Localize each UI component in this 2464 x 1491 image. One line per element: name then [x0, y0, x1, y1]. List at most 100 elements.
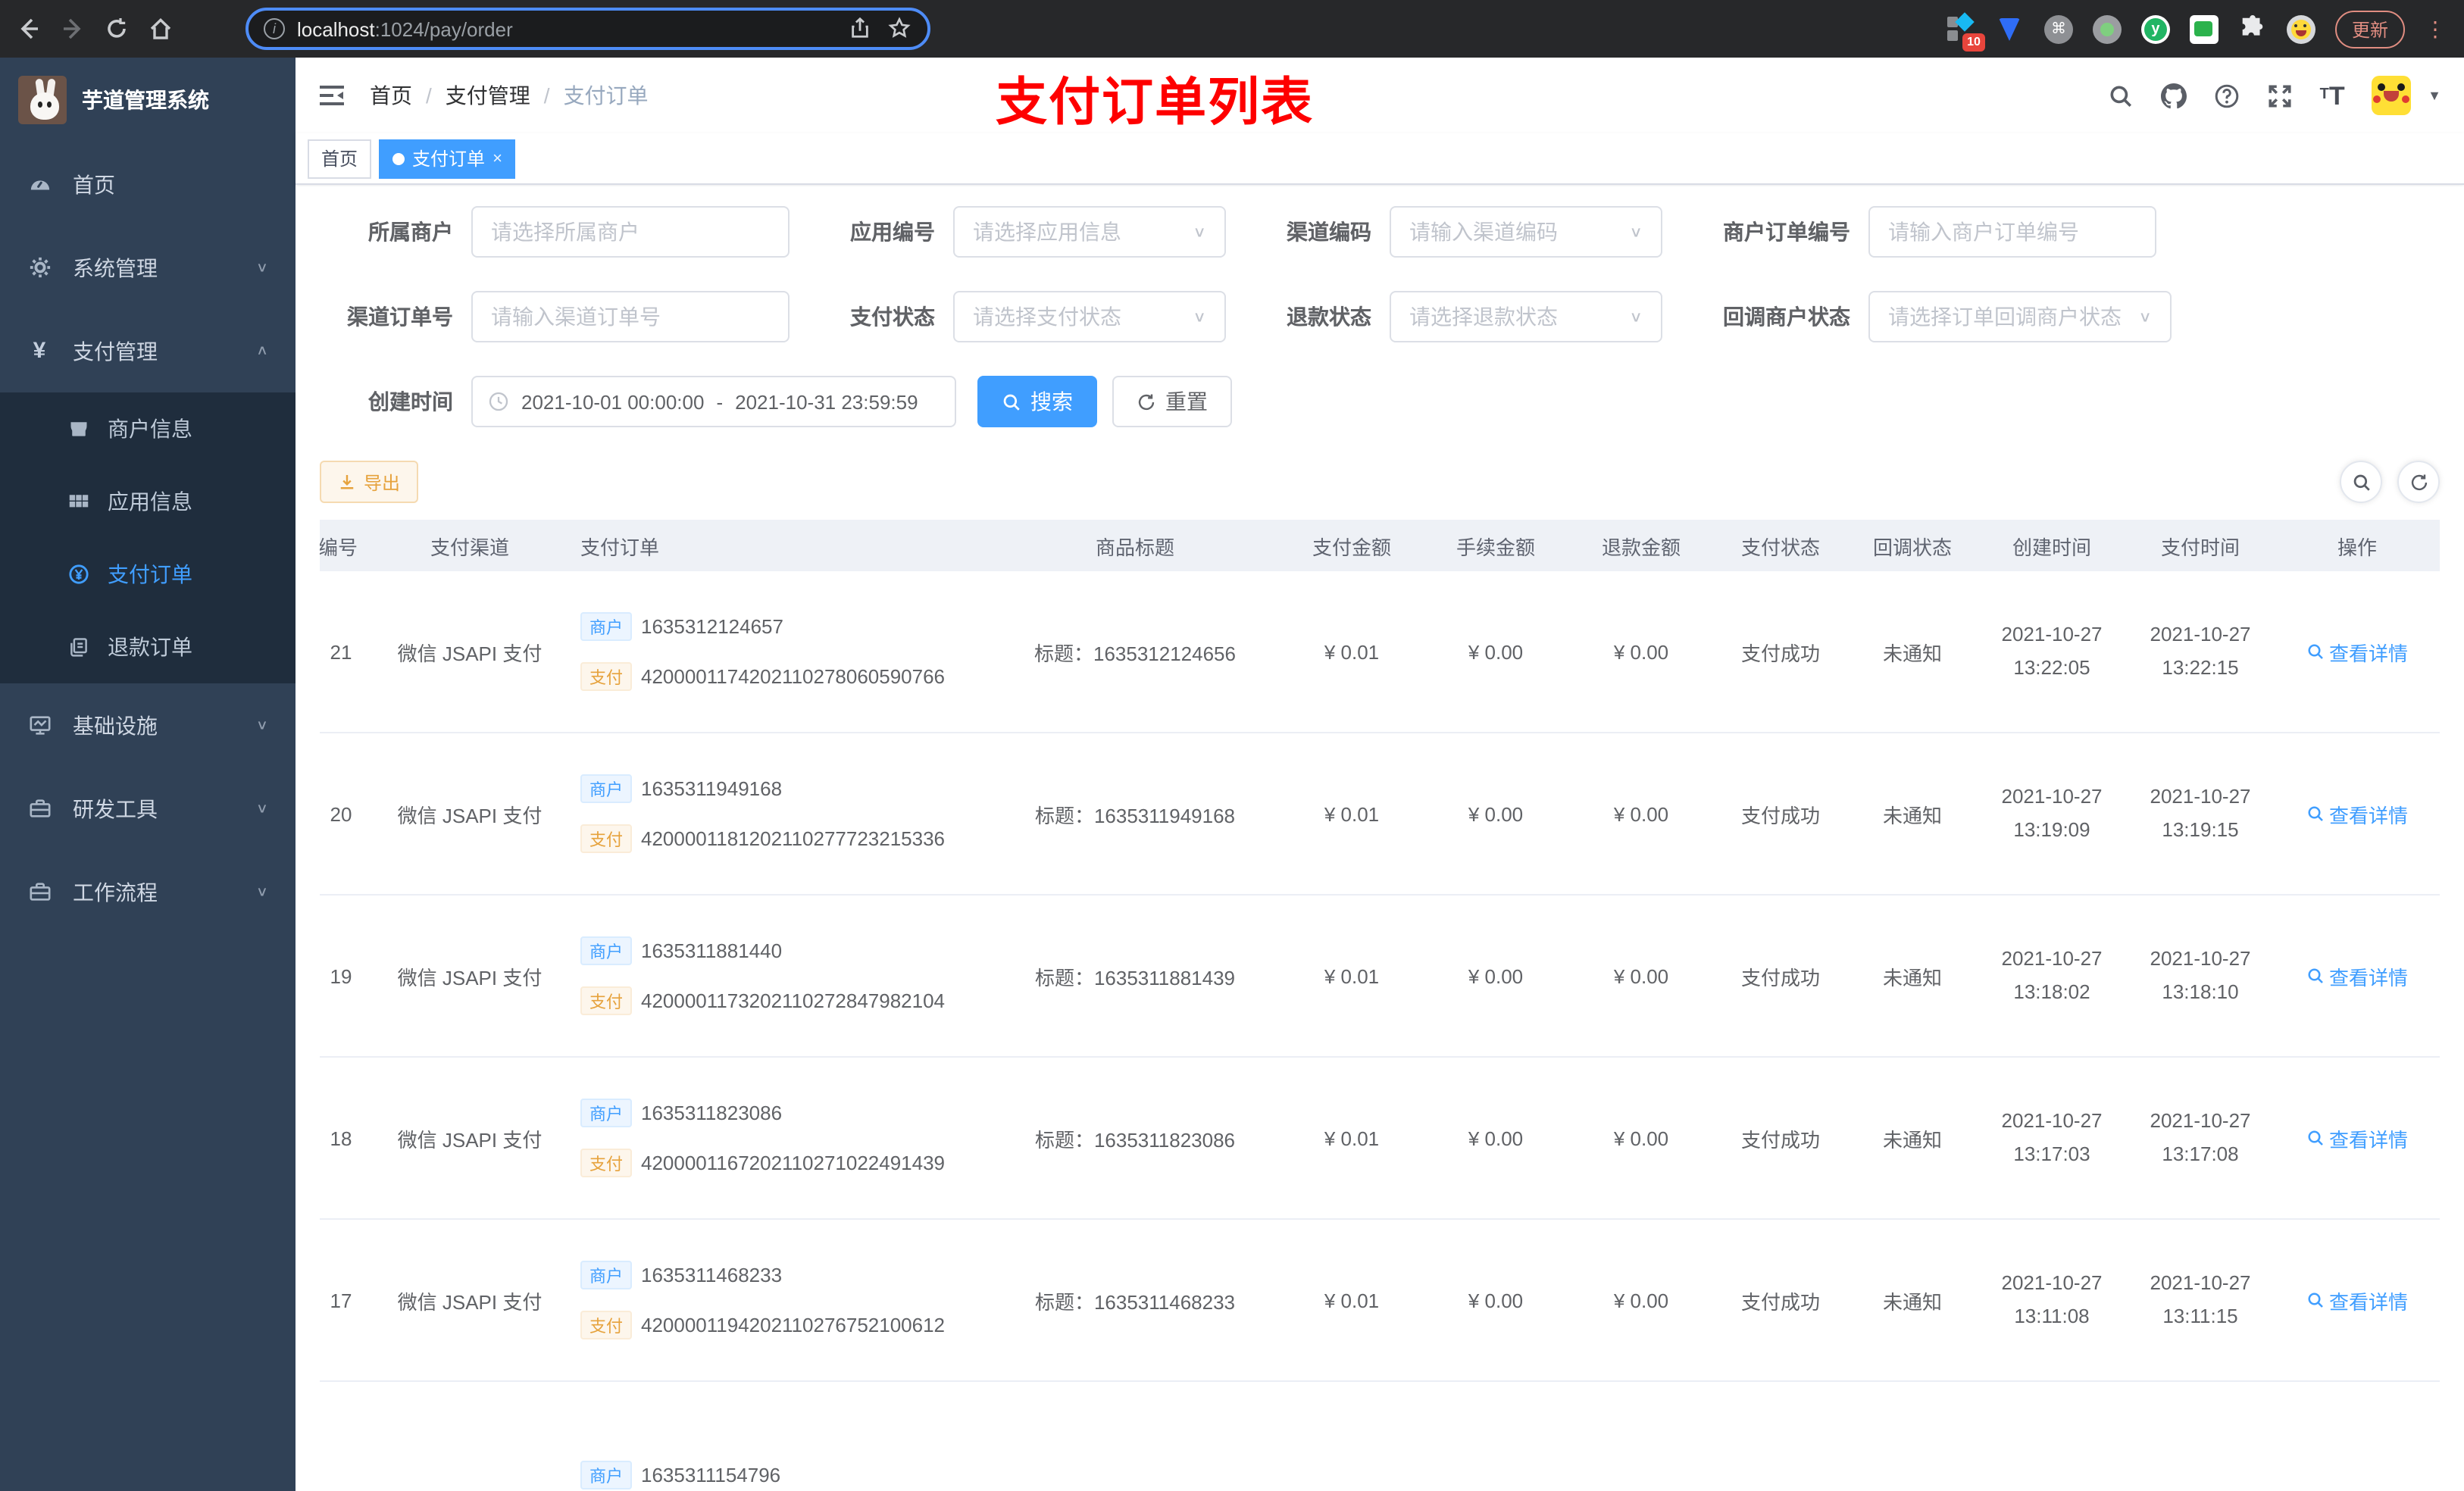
channel-code-select[interactable]: 请输入渠道编码 ∨	[1390, 206, 1662, 258]
search-button[interactable]: 搜索	[977, 376, 1097, 427]
sidebar-item-home[interactable]: 首页	[0, 142, 295, 226]
top-navbar: 首页 / 支付管理 / 支付订单 支付订单列表 TT ▼	[295, 58, 2464, 133]
pay-status-label: 支付状态	[850, 305, 935, 329]
filter-row-1: 所属商户 应用编号 请选择应用信息∨ 渠道编码 请输入渠道编码∨ 商户订单编号	[320, 206, 2440, 258]
row-fee-amount: ¥ 0.00	[1468, 640, 1524, 663]
search-icon[interactable]	[2106, 82, 2134, 109]
app-title: 芋道管理系统	[82, 88, 209, 112]
share-icon[interactable]	[849, 17, 873, 41]
browser-menu-icon[interactable]: ⋮	[2425, 18, 2446, 39]
row-refund-amount: ¥ 0.00	[1613, 640, 1669, 663]
row-refund-amount: ¥ 0.00	[1613, 1289, 1669, 1311]
sidebar-item-payment[interactable]: ¥ 支付管理 ∨	[0, 309, 295, 392]
extension-dot-icon[interactable]	[2092, 14, 2122, 43]
magnifier-icon	[2308, 806, 2323, 821]
pay-status-select[interactable]: 请选择支付状态 ∨	[953, 291, 1226, 342]
row-pay-amount: ¥ 0.01	[1324, 640, 1380, 663]
create-date: 2021-10-27	[2001, 1271, 2103, 1294]
app-logo: 芋道管理系统	[0, 58, 295, 142]
merchant-order-no: 1635311823086	[641, 1102, 783, 1124]
chevron-down-icon: ∨	[1193, 308, 1206, 326]
payment-submenu: 商户信息 应用信息 支付订单 退款订单	[0, 392, 295, 683]
sidebar-item-infra[interactable]: 基础设施 ∨	[0, 683, 295, 767]
table-row: 18 微信 JSAPI 支付 商户 1635311823086 支付 42000…	[320, 1058, 2440, 1220]
app-select[interactable]: 请选择应用信息 ∨	[953, 206, 1226, 258]
create-time-label: 创建时间	[368, 389, 453, 414]
extensions-puzzle-icon[interactable]	[2238, 14, 2267, 43]
refresh-table-button[interactable]	[2397, 461, 2440, 503]
row-pay-status: 支付成功	[1740, 804, 1820, 827]
chevron-down-icon: ∨	[255, 802, 268, 817]
create-time: 13:22:05	[2013, 656, 2090, 679]
address-bar[interactable]: i localhost:1024/pay/order	[245, 8, 930, 50]
view-details-link[interactable]: 查看详情	[2306, 1124, 2408, 1152]
reload-icon[interactable]	[103, 15, 130, 42]
chevron-down-icon: ∨	[255, 261, 268, 276]
row-refund-amount: ¥ 0.00	[1613, 964, 1669, 987]
tag-pay-order[interactable]: 支付订单 ×	[379, 139, 516, 178]
download-icon	[340, 475, 354, 489]
table-toolbar: 导出	[320, 461, 2440, 503]
site-info-icon[interactable]: i	[264, 18, 285, 39]
sidebar-item-dev-tools[interactable]: 研发工具 ∨	[0, 767, 295, 850]
col-channel: 支付渠道	[430, 536, 509, 558]
avatar[interactable]	[2372, 76, 2412, 115]
tag-home[interactable]: 首页	[308, 139, 372, 178]
magnifier-icon	[2308, 644, 2323, 659]
store-icon	[67, 417, 89, 440]
breadcrumb-home[interactable]: 首页	[370, 80, 412, 111]
sidebar-item-merchant-info[interactable]: 商户信息	[0, 392, 295, 465]
font-size-icon[interactable]: TT	[2319, 82, 2346, 109]
merchant-tag: 商户	[580, 612, 632, 641]
merchant-input[interactable]	[471, 206, 790, 258]
extension-kite-icon[interactable]	[1996, 14, 2025, 43]
sidebar-item-refund-order[interactable]: 退款订单	[0, 611, 295, 683]
filter-row-2: 渠道订单号 支付状态 请选择支付状态∨ 退款状态 请选择退款状态∨ 回调商户状态…	[320, 291, 2440, 342]
extension-workona-icon[interactable]: 10	[1946, 11, 1985, 51]
home-icon[interactable]	[147, 15, 174, 42]
extension-chat-icon[interactable]	[2189, 14, 2219, 43]
breadcrumb-pay[interactable]: 支付管理	[446, 80, 530, 111]
sidebar-item-app-info[interactable]: 应用信息	[0, 465, 295, 538]
github-icon[interactable]	[2159, 82, 2187, 109]
create-time-range-picker[interactable]: 2021-10-01 00:00:00 - 2021-10-31 23:59:5…	[471, 376, 956, 427]
forward-icon[interactable]	[59, 15, 86, 42]
row-id: 18	[330, 1127, 352, 1149]
pay-time: 13:22:15	[2162, 656, 2239, 679]
back-icon[interactable]	[15, 15, 42, 42]
sidebar-item-workflow[interactable]: 工作流程 ∨	[0, 850, 295, 933]
app-label: 应用编号	[850, 220, 935, 244]
refund-status-select[interactable]: 请选择退款状态 ∨	[1390, 291, 1662, 342]
chevron-down-icon: ∨	[1629, 223, 1643, 241]
merchant-order-no: 1635311881440	[641, 939, 783, 962]
help-icon[interactable]	[2212, 82, 2240, 109]
view-details-link[interactable]: 查看详情	[2306, 799, 2408, 828]
notify-status-select[interactable]: 请选择订单回调商户状态 ∨	[1868, 291, 2172, 342]
reset-button[interactable]: 重置	[1112, 376, 1232, 427]
view-details-link[interactable]: 查看详情	[2306, 637, 2408, 666]
sidebar-item-system[interactable]: 系统管理 ∨	[0, 226, 295, 309]
chevron-up-icon: ∨	[255, 342, 268, 358]
fullscreen-icon[interactable]	[2265, 82, 2293, 109]
sidebar-fold-icon[interactable]	[318, 82, 346, 109]
row-channel: 微信 JSAPI 支付	[397, 966, 543, 989]
channel-order-no-input[interactable]	[471, 291, 790, 342]
bookmark-star-icon[interactable]	[888, 17, 912, 41]
export-button[interactable]: 导出	[320, 461, 419, 503]
sidebar-item-pay-order[interactable]: 支付订单	[0, 538, 295, 611]
breadcrumb-current: 支付订单	[563, 83, 649, 108]
browser-update-button[interactable]: 更新	[2334, 10, 2405, 48]
merchant-order-no: 1635312124657	[641, 615, 783, 638]
merchant-order-no-input[interactable]	[1868, 206, 2156, 258]
close-icon[interactable]: ×	[492, 149, 502, 167]
dashboard-icon	[27, 172, 52, 196]
extension-y-icon[interactable]: y	[2140, 14, 2170, 43]
view-details-link[interactable]: 查看详情	[2306, 961, 2408, 990]
avatar-caret-icon[interactable]: ▼	[2428, 88, 2441, 103]
extension-emoji-icon[interactable]	[2286, 14, 2315, 43]
row-notify-status: 未通知	[1882, 1128, 1942, 1151]
view-details-link[interactable]: 查看详情	[2306, 1286, 2408, 1314]
toggle-search-button[interactable]	[2340, 461, 2382, 503]
channel-order-no-label: 渠道订单号	[347, 305, 453, 329]
extension-command-icon[interactable]: ⌘	[2043, 14, 2073, 43]
